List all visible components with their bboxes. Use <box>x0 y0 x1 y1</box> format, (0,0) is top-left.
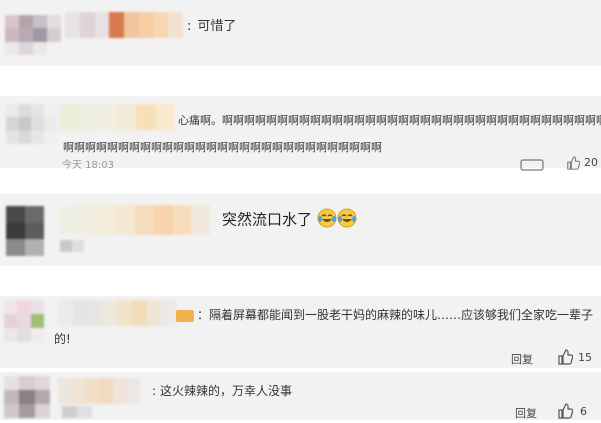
comment-text: 心痛啊。啊啊啊啊啊啊啊啊啊啊啊啊啊啊啊啊啊啊啊啊啊啊啊啊啊啊啊啊啊啊啊啊啊啊啊啊… <box>178 114 601 127</box>
username[interactable] <box>58 378 140 404</box>
reply-button[interactable]: 回复 <box>515 405 537 421</box>
comment-text-continued: 啊啊啊啊啊啊啊啊啊啊啊啊啊啊啊啊啊啊啊啊啊啊啊啊啊啊啊啊啊 <box>63 141 382 154</box>
username[interactable] <box>58 300 176 326</box>
username[interactable] <box>60 104 174 130</box>
timestamp-blurred <box>60 240 84 252</box>
avatar <box>6 104 56 144</box>
like-count: 6 <box>580 405 587 418</box>
avatar <box>4 300 44 342</box>
username[interactable] <box>65 12 183 38</box>
avatar <box>4 376 50 418</box>
thumbs-up-icon[interactable] <box>557 403 574 423</box>
avatar <box>6 206 44 256</box>
username[interactable] <box>60 205 210 235</box>
avatar <box>5 15 61 55</box>
like-count: 15 <box>578 351 592 364</box>
like-count: 20 <box>584 156 598 169</box>
comment-text: : 可惜了 <box>187 19 237 34</box>
thumbs-up-icon[interactable] <box>557 349 574 369</box>
badge-icon <box>176 307 194 326</box>
comment-text: : 这火辣辣的，万幸人没事 <box>152 384 293 398</box>
comment-text: ：隔着屏幕都能闻到一股老干妈的麻辣的味儿……应该够我们全家吃一辈子 <box>197 308 594 322</box>
thumbs-up-icon[interactable] <box>566 155 581 174</box>
timestamp-blurred <box>62 406 92 418</box>
comment-text-continued: 的! <box>54 332 71 346</box>
crying-laughing-emoji <box>337 208 357 232</box>
reply-button[interactable]: 回复 <box>511 351 533 367</box>
timestamp: 今天 18:03 <box>62 160 114 171</box>
comment-text: 突然流口水了 <box>222 208 357 232</box>
comment-icon[interactable] <box>520 156 544 175</box>
crying-laughing-emoji <box>317 208 337 232</box>
